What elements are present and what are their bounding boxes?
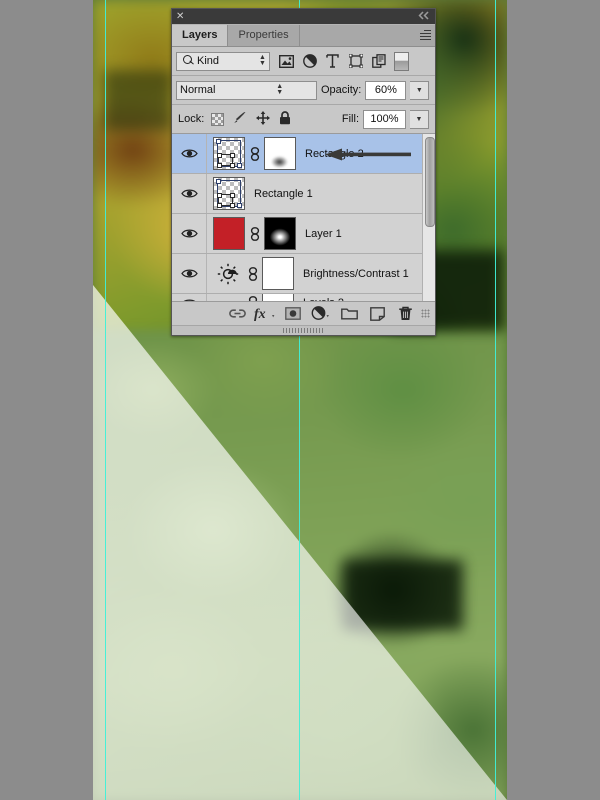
layer-name[interactable]: Levels 2 bbox=[303, 297, 344, 301]
photo-shadow-blob-3 bbox=[103, 70, 173, 130]
filter-kind-select[interactable]: Kind ▲ ▼ bbox=[176, 51, 270, 71]
layer-thumbnails[interactable] bbox=[207, 177, 245, 210]
new-adjustment-layer-button[interactable] bbox=[307, 303, 335, 325]
link-mask-icon[interactable] bbox=[247, 266, 258, 281]
layer-thumbnail-fill[interactable] bbox=[213, 217, 245, 250]
layer-thumbnails[interactable] bbox=[207, 294, 294, 301]
lock-image-pixels-icon[interactable] bbox=[233, 111, 247, 127]
layer-name[interactable]: Rectangle 1 bbox=[254, 188, 313, 200]
table-row[interactable]: Rectangle 1 bbox=[172, 174, 423, 214]
lock-all-icon[interactable] bbox=[279, 110, 291, 128]
layer-visibility-icon[interactable] bbox=[172, 294, 207, 301]
scrollbar-thumb[interactable] bbox=[425, 137, 435, 227]
opacity-label: Opacity: bbox=[321, 84, 362, 96]
double-chevron-left-icon bbox=[418, 11, 429, 20]
layer-visibility-icon[interactable] bbox=[172, 214, 207, 253]
layers-panel[interactable]: ✕ Layers Properties Kind ▲ ▼ Normal ▲ ▼ … bbox=[171, 8, 436, 336]
new-layer-button[interactable] bbox=[363, 303, 391, 325]
opacity-dropdown-icon[interactable]: ▼ bbox=[410, 80, 430, 100]
guide-line-right[interactable] bbox=[495, 0, 496, 800]
layer-thumbnails[interactable] bbox=[207, 137, 296, 170]
add-layer-mask-button[interactable] bbox=[279, 303, 307, 325]
layer-mask-thumbnail[interactable] bbox=[264, 217, 296, 250]
layer-filter-bar[interactable]: Kind ▲ ▼ bbox=[172, 47, 435, 76]
lock-position-icon[interactable] bbox=[256, 110, 271, 128]
link-mask-icon[interactable] bbox=[247, 296, 258, 301]
layer-mask-thumbnail[interactable] bbox=[264, 137, 296, 170]
layer-thumbnails[interactable] bbox=[207, 217, 296, 250]
layer-visibility-icon[interactable] bbox=[172, 174, 207, 213]
blend-mode-chevron-icon[interactable]: ▲ ▼ bbox=[247, 83, 314, 97]
chevron-updown-icon[interactable]: ▲ ▼ bbox=[258, 54, 267, 68]
delete-layer-button[interactable] bbox=[391, 303, 419, 325]
layers-panel-footer[interactable]: fx bbox=[172, 301, 435, 325]
lock-row[interactable]: Lock: Fill: 100% ▼ bbox=[172, 105, 435, 134]
panel-tab-strip[interactable]: Layers Properties bbox=[172, 24, 435, 47]
layer-mask-thumbnail[interactable] bbox=[262, 294, 294, 301]
blend-mode-row[interactable]: Normal ▲ ▼ Opacity: 60% ▼ bbox=[172, 76, 435, 105]
link-layers-button[interactable] bbox=[223, 303, 251, 325]
filter-shape-icon[interactable] bbox=[344, 51, 367, 71]
fill-input[interactable]: 100% bbox=[363, 109, 406, 129]
search-icon bbox=[183, 55, 195, 67]
collapse-to-icons-icon[interactable] bbox=[418, 11, 431, 22]
tab-properties[interactable]: Properties bbox=[228, 25, 300, 46]
filter-adjustment-icon[interactable] bbox=[298, 51, 321, 71]
filter-enable-toggle[interactable] bbox=[394, 51, 409, 71]
filter-type-icon[interactable] bbox=[321, 51, 344, 71]
filter-type-icons[interactable] bbox=[275, 51, 409, 71]
layer-visibility-icon[interactable] bbox=[172, 254, 207, 293]
resize-grip-icon[interactable] bbox=[421, 309, 430, 318]
grabber-lines-icon bbox=[282, 328, 325, 333]
panel-menu-icon[interactable] bbox=[417, 28, 431, 40]
table-row[interactable]: Levels 2 bbox=[172, 294, 423, 301]
blend-mode-value: Normal bbox=[180, 84, 216, 96]
opacity-input[interactable]: 60% bbox=[365, 80, 407, 100]
tab-layers[interactable]: Layers bbox=[172, 25, 229, 46]
layer-list[interactable]: Rectangle 2 Re bbox=[172, 134, 435, 301]
levels-histogram-icon[interactable] bbox=[213, 294, 243, 301]
table-row[interactable]: Brightness/Contrast 1 bbox=[172, 254, 423, 294]
lock-transparent-pixels-icon[interactable] bbox=[211, 112, 225, 126]
layer-visibility-icon[interactable] bbox=[172, 134, 207, 173]
layer-name[interactable]: Layer 1 bbox=[305, 228, 342, 240]
layer-mask-thumbnail[interactable] bbox=[262, 257, 294, 290]
table-row[interactable]: Layer 1 bbox=[172, 214, 423, 254]
tab-strip-filler bbox=[299, 25, 435, 46]
link-mask-icon[interactable] bbox=[249, 146, 260, 161]
link-mask-icon[interactable] bbox=[249, 226, 260, 241]
blend-mode-select[interactable]: Normal ▲ ▼ bbox=[176, 80, 317, 100]
fill-dropdown-icon[interactable]: ▼ bbox=[410, 109, 429, 129]
fill-label: Fill: bbox=[341, 113, 359, 125]
filter-kind-label: Kind bbox=[197, 55, 220, 67]
layer-thumbnail-vector[interactable] bbox=[213, 177, 245, 210]
close-icon[interactable]: ✕ bbox=[176, 11, 184, 22]
left-arrow-annotation-icon bbox=[325, 148, 411, 161]
filter-smartobject-icon[interactable] bbox=[367, 51, 390, 71]
panel-drag-handle[interactable] bbox=[172, 325, 435, 335]
table-row[interactable]: Rectangle 2 bbox=[172, 134, 423, 174]
photoshop-workspace: ✕ Layers Properties Kind ▲ ▼ Normal ▲ ▼ … bbox=[0, 0, 600, 800]
layer-thumbnail-vector[interactable] bbox=[213, 137, 245, 170]
layer-name[interactable]: Brightness/Contrast 1 bbox=[303, 268, 409, 280]
panel-title-bar[interactable]: ✕ bbox=[172, 9, 435, 24]
filter-pixel-icon[interactable] bbox=[275, 51, 298, 71]
svg-text:fx: fx bbox=[254, 307, 266, 321]
guide-line-left[interactable] bbox=[105, 0, 106, 800]
brightness-contrast-icon[interactable] bbox=[213, 258, 243, 289]
lock-label: Lock: bbox=[178, 113, 205, 125]
lock-icon-group[interactable] bbox=[211, 110, 291, 128]
new-group-button[interactable] bbox=[335, 303, 363, 325]
add-layer-style-button[interactable]: fx bbox=[251, 303, 279, 325]
layer-thumbnails[interactable] bbox=[207, 257, 294, 290]
layer-list-scrollbar[interactable] bbox=[422, 134, 435, 301]
fill-group[interactable]: Fill: 100% ▼ bbox=[341, 109, 429, 129]
